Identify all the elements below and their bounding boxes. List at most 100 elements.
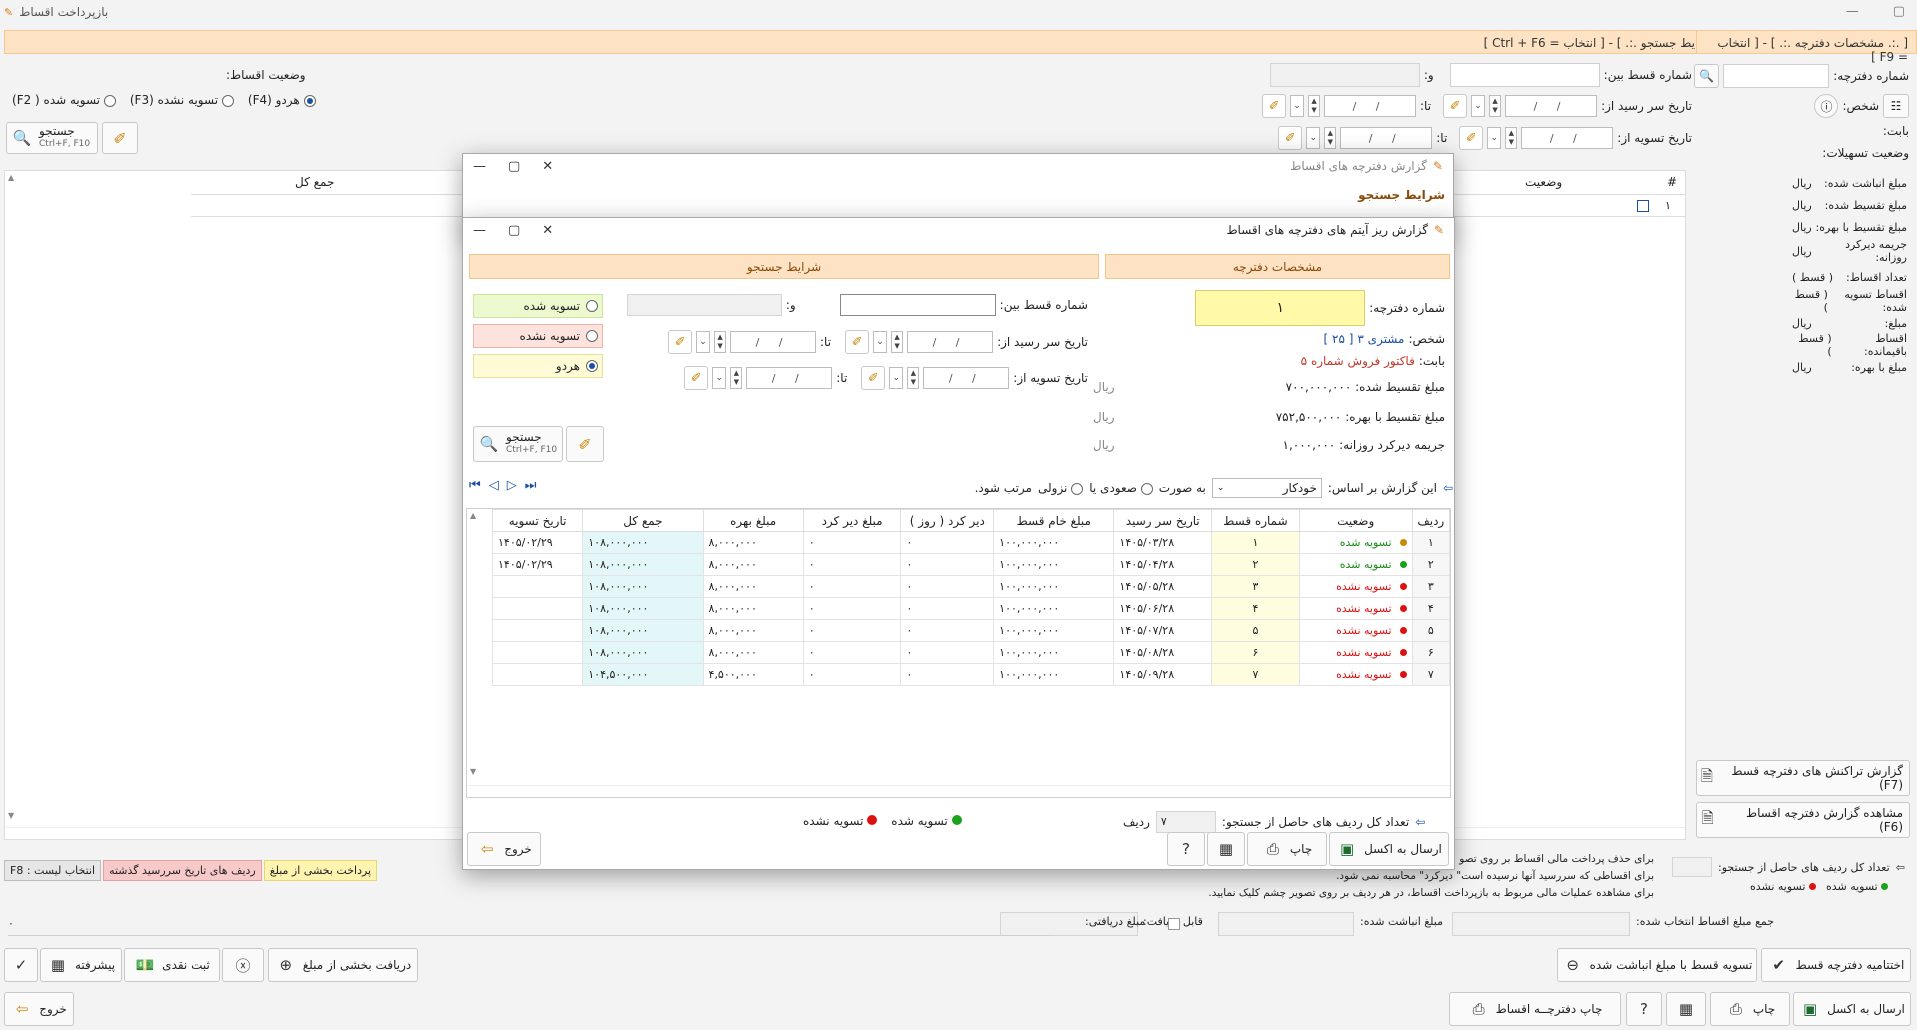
due-to-date[interactable]: / / bbox=[1324, 95, 1417, 117]
dlg-installment-from-input[interactable] bbox=[839, 294, 996, 316]
col-header[interactable]: مبلغ دیر کرد bbox=[802, 509, 902, 532]
settle-from-spinner[interactable]: ▲ ▼ bbox=[1505, 127, 1518, 149]
col-header[interactable]: جمع کل bbox=[582, 509, 704, 532]
dlg-settle-from-date[interactable]: / / bbox=[923, 367, 1010, 389]
due-from-dropdown[interactable]: ⌄ bbox=[1471, 95, 1486, 117]
settle-from-date[interactable]: / / bbox=[1521, 127, 1614, 149]
minimize-icon[interactable]: — bbox=[1846, 4, 1859, 19]
main-help-button[interactable]: ? bbox=[1626, 992, 1662, 1026]
dlg-settle-from-spinner[interactable]: ▲ ▼ bbox=[907, 367, 920, 389]
dlg-help-button[interactable]: ? bbox=[1167, 832, 1205, 866]
first-page-icon[interactable]: ⏮ bbox=[469, 478, 481, 493]
dlg-settle-from-clear-button[interactable]: ✐ bbox=[861, 366, 886, 390]
status-unsettled-radio[interactable]: تسویه نشده (F3) bbox=[130, 93, 234, 107]
dlg-settle-to-dropdown[interactable]: ⌄ bbox=[712, 367, 727, 389]
dlg-settle-to-date[interactable]: / / bbox=[746, 367, 833, 389]
main-clear-button[interactable]: ✐ bbox=[102, 122, 138, 154]
installment-from-input[interactable] bbox=[1449, 63, 1600, 87]
sort-select[interactable]: خودکار ⌄ bbox=[1211, 478, 1322, 498]
dlg-due-to-clear-button[interactable]: ✐ bbox=[668, 330, 693, 354]
dlg-search-button[interactable]: 🔍 جستجو Ctrl+F, F10 bbox=[473, 426, 563, 462]
close-icon[interactable]: ✕ bbox=[542, 159, 553, 174]
settle-from-dropdown[interactable]: ⌄ bbox=[1487, 127, 1502, 149]
col-header[interactable]: ردیف bbox=[1411, 509, 1451, 532]
cash-button[interactable]: ثبت نقدی 💵 bbox=[124, 948, 220, 982]
status-settled-radio[interactable]: تسویه شده ( F2) bbox=[12, 93, 116, 107]
opt-both-radio[interactable]: هردو bbox=[473, 354, 603, 378]
table-row[interactable]: ۱ تسویه شده ۱ ۱۴۰۵/۰۳/۲۸ ۱۰۰,۰۰۰,۰۰۰ ۰ ۰ ۸,۰۰۰,… bbox=[491, 531, 1451, 554]
settle-accumulated-button[interactable]: تسویه قسط با مبلغ انباشت شده ⊖ bbox=[1557, 948, 1757, 982]
book-no-value[interactable]: ۱ bbox=[1195, 290, 1366, 326]
close-book-button[interactable]: اختتامیه دفترچه قسط ✔ bbox=[1761, 948, 1911, 982]
dlg-installment-to-input[interactable] bbox=[626, 294, 782, 316]
installment-to-input[interactable] bbox=[1269, 63, 1420, 87]
dlg-settle-to-clear-button[interactable]: ✐ bbox=[684, 366, 709, 390]
scroll-down-icon[interactable]: ▼ bbox=[470, 767, 476, 776]
sort-desc-radio[interactable]: نزولی bbox=[1038, 481, 1084, 495]
next-page-icon[interactable]: ▷ bbox=[507, 478, 517, 493]
dlg-print-button[interactable]: چاپ ⎙ bbox=[1247, 832, 1327, 866]
person-info-button[interactable]: ⓘ bbox=[1814, 94, 1839, 118]
person-pick-button[interactable]: ☷ bbox=[1883, 94, 1909, 118]
receivable-checkbox[interactable] bbox=[1168, 918, 1180, 930]
scroll-up-icon[interactable]: ▲ bbox=[470, 511, 476, 520]
due-from-clear-button[interactable]: ✐ bbox=[1443, 94, 1468, 118]
advanced-button[interactable]: پیشرفته ▦ bbox=[40, 948, 122, 982]
due-from-spinner[interactable]: ▲ ▼ bbox=[1489, 95, 1502, 117]
table-row[interactable]: ۵ تسویه نشده ۵ ۱۴۰۵/۰۷/۲۸ ۱۰۰,۰۰۰,۰۰۰ ۰ ۰ ۸,۰۰۰… bbox=[491, 619, 1451, 642]
col-header[interactable]: تاریخ سر رسید bbox=[1113, 509, 1213, 532]
main-search-button[interactable]: 🔍 جستجو Ctrl+F, F10 bbox=[6, 122, 98, 154]
minimize-icon[interactable]: — bbox=[473, 223, 486, 238]
due-to-dropdown[interactable]: ⌄ bbox=[1290, 95, 1305, 117]
book-search-button[interactable]: 🔍 bbox=[1694, 64, 1720, 88]
dlg-settle-to-spinner[interactable]: ▲ ▼ bbox=[730, 367, 743, 389]
dlg-clear-button[interactable]: ✐ bbox=[566, 426, 604, 462]
scroll-up-icon[interactable]: ▲ bbox=[8, 173, 14, 182]
dlg-settle-from-dropdown[interactable]: ⌄ bbox=[889, 367, 904, 389]
maximize-icon[interactable]: ▢ bbox=[508, 223, 520, 238]
print-book-button[interactable]: چاپ دفترچــه اقساط ⎙ bbox=[1449, 992, 1621, 1026]
dlg-due-to-spinner[interactable]: ▲ ▼ bbox=[714, 331, 727, 353]
main-calc-button[interactable]: ▦ bbox=[1666, 992, 1706, 1026]
dlg-excel-button[interactable]: ارسال به اکسل ▣ bbox=[1329, 832, 1449, 866]
table-row[interactable]: ۶ تسویه نشده ۶ ۱۴۰۵/۰۸/۲۸ ۱۰۰,۰۰۰,۰۰۰ ۰ ۰ ۸,۰۰۰… bbox=[491, 641, 1451, 664]
last-page-icon[interactable]: ⏭ bbox=[525, 478, 537, 493]
table-row[interactable]: ۷ تسویه نشده ۷ ۱۴۰۵/۰۹/۲۸ ۱۰۰,۰۰۰,۰۰۰ ۰ ۰ ۴,۵۰۰… bbox=[491, 663, 1451, 686]
dlg-calc-button[interactable]: ▦ bbox=[1207, 832, 1245, 866]
book-no-input[interactable] bbox=[1723, 64, 1830, 88]
opt-settled-radio[interactable]: تسویه شده bbox=[473, 294, 603, 318]
col-header[interactable]: مبلغ خام قسط bbox=[993, 509, 1115, 532]
transactions-report-button[interactable]: گزارش تراکنش های دفترچه قسط (F7) 🗎 bbox=[1696, 760, 1910, 796]
due-from-date[interactable]: / / bbox=[1505, 95, 1598, 117]
restore-icon[interactable]: ▢ bbox=[1893, 4, 1905, 19]
dlg-due-from-date[interactable]: / / bbox=[907, 331, 994, 353]
col-header[interactable]: مبلغ بهره bbox=[702, 509, 804, 532]
prev-page-icon[interactable]: ◁ bbox=[489, 478, 499, 493]
col-header[interactable]: دیر کرد ( روز ) bbox=[900, 509, 995, 532]
dlg-due-to-dropdown[interactable]: ⌄ bbox=[696, 331, 711, 353]
due-to-spinner[interactable]: ▲ ▼ bbox=[1308, 95, 1321, 117]
settle-to-clear-button[interactable]: ✐ bbox=[1278, 126, 1303, 150]
table-row[interactable]: ۴ تسویه نشده ۴ ۱۴۰۵/۰۶/۲۸ ۱۰۰,۰۰۰,۰۰۰ ۰ ۰ ۸,۰۰۰… bbox=[491, 597, 1451, 620]
dlg-due-from-clear-button[interactable]: ✐ bbox=[845, 330, 870, 354]
main-excel-button[interactable]: ارسال به اکسل ▣ bbox=[1793, 992, 1911, 1026]
due-to-clear-button[interactable]: ✐ bbox=[1262, 94, 1287, 118]
settle-from-clear-button[interactable]: ✐ bbox=[1459, 126, 1484, 150]
view-book-report-button[interactable]: مشاهده گزارش دفترچه اقساط (F6) 🗎 bbox=[1696, 802, 1910, 838]
table-row[interactable]: ۲ تسویه شده ۲ ۱۴۰۵/۰۴/۲۸ ۱۰۰,۰۰۰,۰۰۰ ۰ ۰ ۸,۰۰۰,… bbox=[491, 553, 1451, 576]
cancel-button[interactable]: ⓧ bbox=[222, 948, 264, 982]
scroll-down-icon[interactable]: ▼ bbox=[8, 811, 14, 820]
received-value[interactable]: ۰ bbox=[8, 912, 1054, 936]
close-icon[interactable]: ✕ bbox=[542, 223, 553, 238]
col-header[interactable]: تاریخ تسویه bbox=[491, 509, 584, 532]
settle-to-dropdown[interactable]: ⌄ bbox=[1306, 127, 1321, 149]
dlg-due-from-dropdown[interactable]: ⌄ bbox=[873, 331, 888, 353]
horizontal-scrollbar[interactable] bbox=[467, 785, 1450, 797]
main-print-button[interactable]: چاپ ⎙ bbox=[1710, 992, 1790, 1026]
dlg-due-from-spinner[interactable]: ▲ ▼ bbox=[891, 331, 904, 353]
opt-unsettled-radio[interactable]: تسویه نشده bbox=[473, 324, 603, 348]
col-header[interactable]: شماره قسط bbox=[1211, 509, 1300, 532]
dlg-exit-button[interactable]: خروج ⇦ bbox=[467, 832, 541, 866]
col-header[interactable]: وضعیت bbox=[1298, 509, 1413, 532]
maximize-icon[interactable]: ▢ bbox=[508, 159, 520, 174]
